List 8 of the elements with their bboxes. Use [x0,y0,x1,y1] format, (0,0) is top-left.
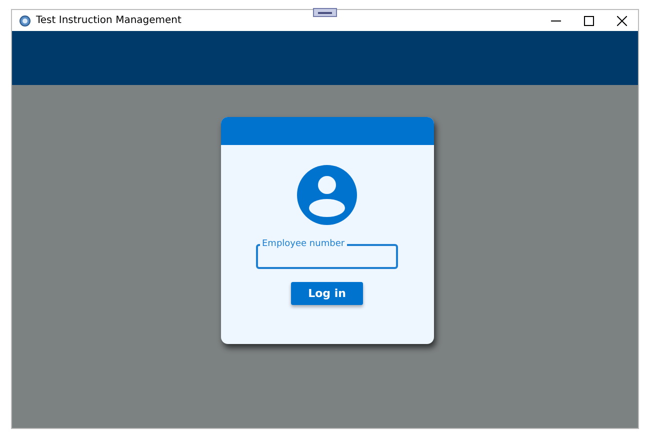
app-icon [19,14,31,26]
employee-number-field[interactable]: Employee number [256,239,398,269]
user-avatar-icon [297,165,357,225]
window-title: Test Instruction Management [36,15,182,26]
login-button[interactable]: Log in [291,282,363,305]
close-icon [616,16,626,26]
drag-handle-icon[interactable] [313,8,337,17]
maximize-icon [584,16,594,26]
